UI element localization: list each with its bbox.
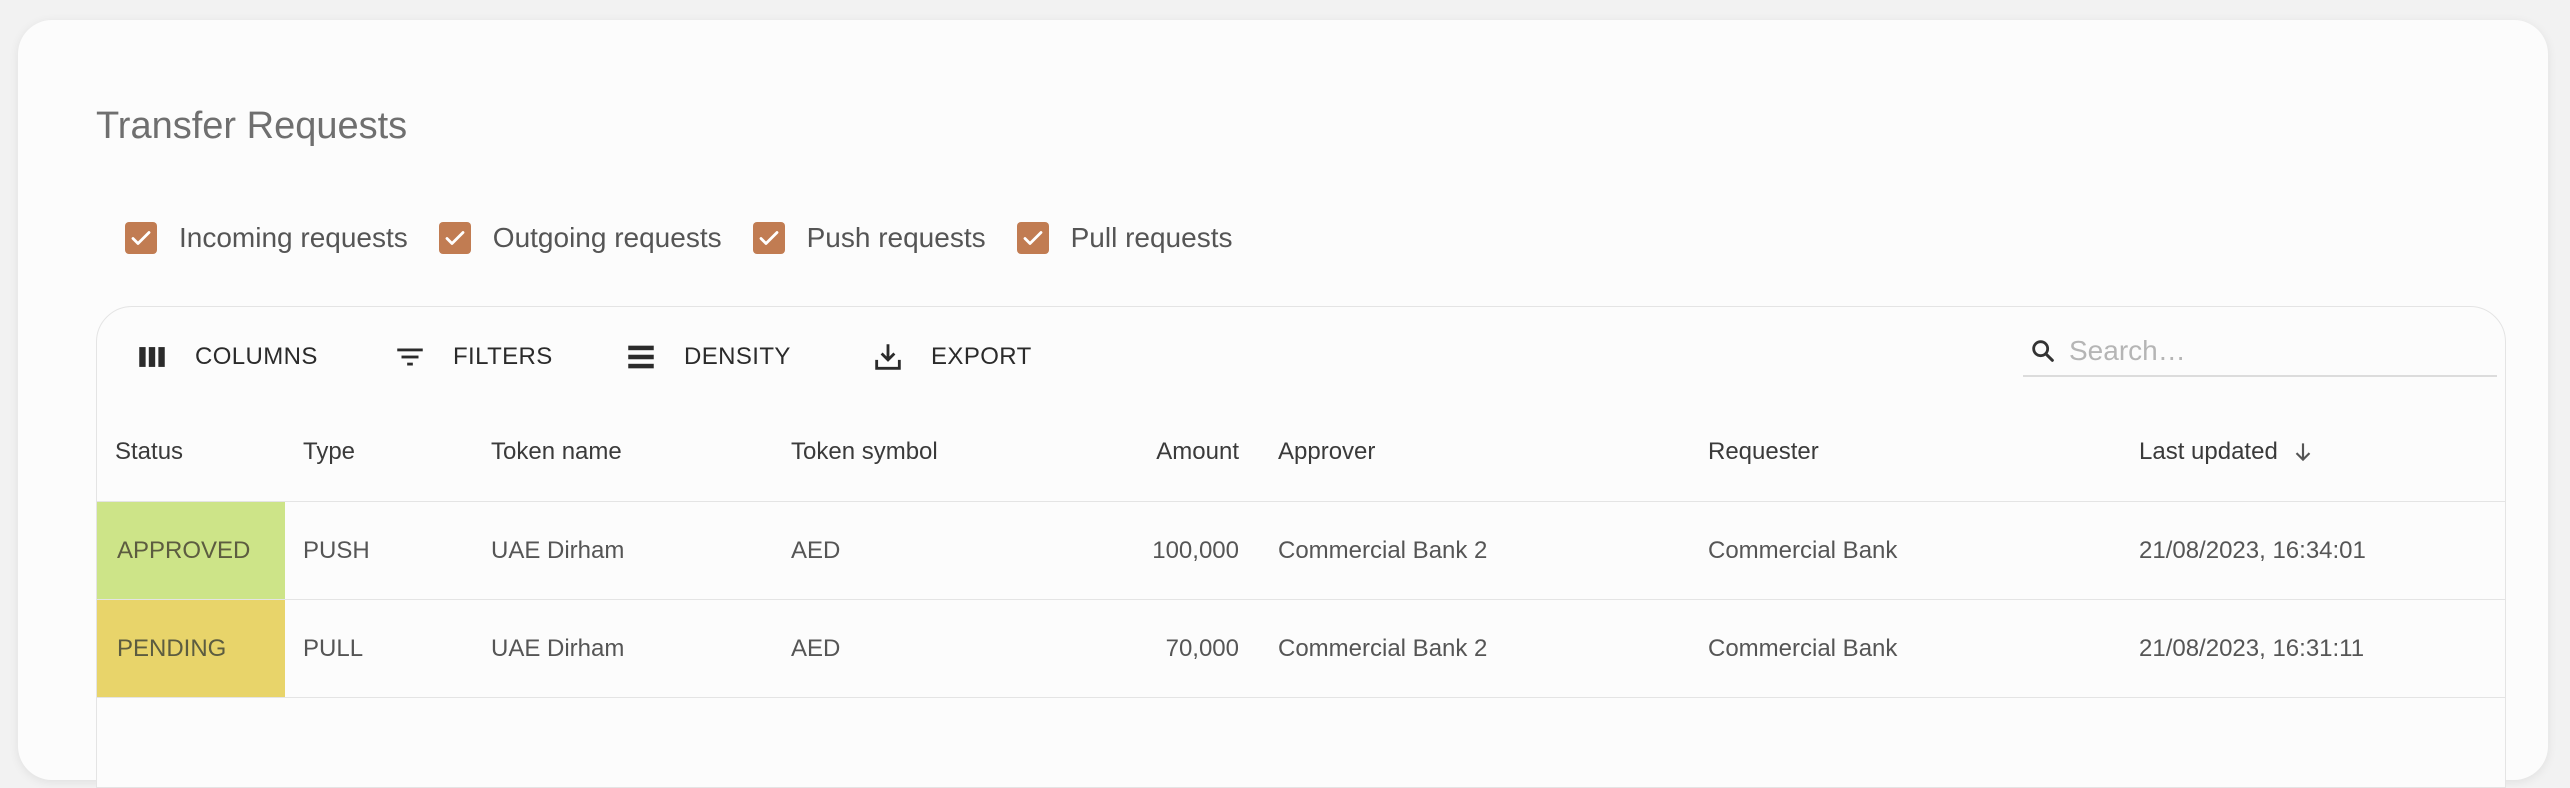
sort-descending-arrow-icon[interactable] <box>2290 439 2316 465</box>
cell-amount: 70,000 <box>1165 634 1239 662</box>
download-icon <box>875 344 901 370</box>
cell-type: PUSH <box>303 536 370 564</box>
grid-toolbar: COLUMNS FILTERS DENSITY EXPORT <box>97 307 2505 403</box>
cell-type: PULL <box>303 634 364 662</box>
density-icon <box>628 345 654 369</box>
column-header-last-updated-label: Last updated <box>2139 438 2278 465</box>
status-badge: APPROVED <box>97 502 285 599</box>
search-box <box>2023 327 2497 377</box>
columns-button[interactable]: COLUMNS <box>135 337 318 377</box>
filter-push[interactable]: Push requests <box>752 222 986 254</box>
data-grid: COLUMNS FILTERS DENSITY EXPORT Status Ty… <box>96 306 2506 788</box>
table-row[interactable]: APPROVED PUSH UAE Dirham AED 100,000 Com… <box>97 502 2505 600</box>
column-header-type[interactable]: Type <box>303 403 355 501</box>
table-header: Status Type Token name Token symbol Amou… <box>97 403 2505 502</box>
cell-token-symbol: AED <box>791 634 841 662</box>
density-button[interactable]: DENSITY <box>624 337 791 377</box>
filters-label: FILTERS <box>453 343 553 370</box>
filter-icon <box>397 348 423 366</box>
cell-requester: Commercial Bank <box>1708 634 1898 662</box>
checkbox-checked-icon[interactable] <box>125 222 157 254</box>
transfer-requests-card: Transfer Requests Incoming requests Outg… <box>18 20 2548 788</box>
column-header-last-updated[interactable]: Last updated <box>2139 403 2316 501</box>
cell-requester: Commercial Bank <box>1708 536 1898 564</box>
status-badge: PENDING <box>97 600 285 697</box>
filter-incoming-label: Incoming requests <box>179 222 408 253</box>
filter-push-label: Push requests <box>806 222 986 253</box>
cell-last-updated: 21/08/2023, 16:31:11 <box>2139 634 2365 662</box>
search-input[interactable] <box>2067 334 2471 368</box>
request-filters: Incoming requests Outgoing requests Push… <box>125 216 1263 260</box>
page-title: Transfer Requests <box>96 105 408 147</box>
cell-token-symbol: AED <box>791 536 841 564</box>
export-button[interactable]: EXPORT <box>871 337 1032 377</box>
column-header-token-name[interactable]: Token name <box>491 403 622 501</box>
filter-outgoing[interactable]: Outgoing requests <box>438 222 722 254</box>
cell-approver: Commercial Bank 2 <box>1278 634 1488 662</box>
cell-last-updated: 21/08/2023, 16:34:01 <box>2139 536 2366 564</box>
filters-button[interactable]: FILTERS <box>393 337 553 377</box>
search-icon <box>2032 340 2054 362</box>
cell-token-name: UAE Dirham <box>491 634 625 662</box>
column-header-requester[interactable]: Requester <box>1708 403 1819 501</box>
column-header-amount[interactable]: Amount <box>1097 403 1239 501</box>
columns-label: COLUMNS <box>195 343 318 370</box>
column-header-status[interactable]: Status <box>115 403 183 501</box>
table-row[interactable]: PENDING PULL UAE Dirham AED 70,000 Comme… <box>97 600 2505 698</box>
column-header-token-symbol[interactable]: Token symbol <box>791 403 938 501</box>
checkbox-checked-icon[interactable] <box>438 222 471 254</box>
column-header-approver[interactable]: Approver <box>1278 403 1375 501</box>
cell-token-name: UAE Dirham <box>491 536 625 564</box>
filter-pull-label: Pull requests <box>1070 222 1233 253</box>
columns-icon <box>139 347 165 367</box>
checkbox-checked-icon[interactable] <box>1016 222 1049 254</box>
cell-amount: 100,000 <box>1152 536 1239 564</box>
export-label: EXPORT <box>931 343 1032 370</box>
filter-outgoing-label: Outgoing requests <box>492 222 722 253</box>
density-label: DENSITY <box>684 343 791 370</box>
checkbox-checked-icon[interactable] <box>752 222 785 254</box>
filter-incoming[interactable]: Incoming requests <box>125 222 408 254</box>
cell-approver: Commercial Bank 2 <box>1278 536 1488 564</box>
filter-pull[interactable]: Pull requests <box>1016 222 1233 254</box>
